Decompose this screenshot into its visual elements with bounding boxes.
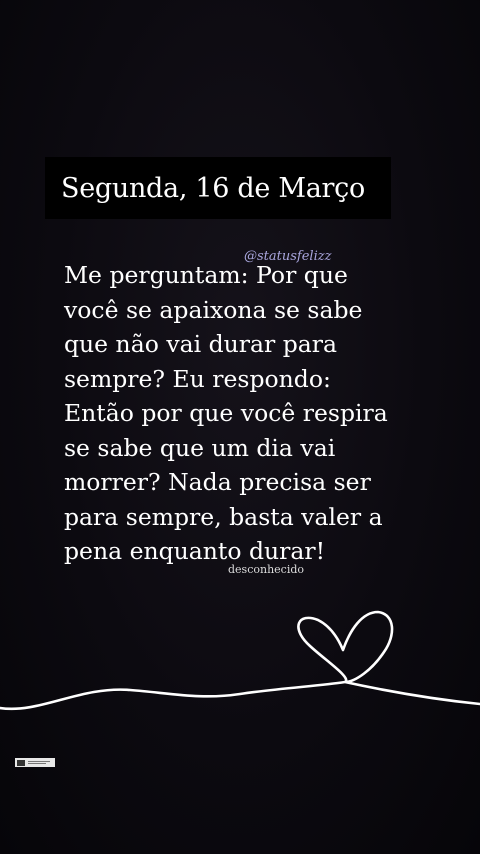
quote-text: Me perguntam: Por que você se apaixona s… — [64, 258, 444, 569]
quote-line: que não vai durar para — [64, 330, 338, 358]
quote-line: você se apaixona se sabe — [64, 295, 363, 324]
quote-author: desconhecido — [228, 563, 305, 576]
quote-line: sempre? Eu respondo: — [64, 364, 331, 393]
date-banner: Segunda, 16 de Março — [45, 157, 391, 219]
watermark-lines — [28, 761, 50, 764]
quote-line: para sempre, basta valer a — [64, 502, 383, 531]
date-text: Segunda, 16 de Março — [61, 172, 365, 204]
quote-line: Me perguntam: Por que — [64, 261, 348, 289]
heart-line-icon — [0, 610, 480, 711]
quote-line: morrer? Nada precisa ser — [64, 468, 371, 496]
watermark-icon — [15, 758, 55, 767]
watermark-logo — [17, 759, 25, 766]
quote-line: se sabe que um dia vai — [64, 433, 336, 462]
quote-line: Então por que você respira — [64, 399, 388, 427]
